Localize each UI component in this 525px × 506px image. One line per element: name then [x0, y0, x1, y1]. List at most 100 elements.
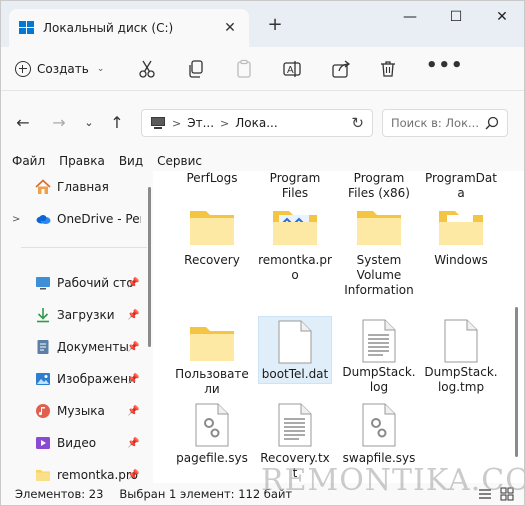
download-icon: [37, 308, 49, 323]
home-icon: [35, 179, 51, 194]
item-label: DumpStack.log.tmp: [424, 365, 498, 394]
delete-icon[interactable]: [378, 59, 398, 79]
file-icon: [278, 320, 312, 364]
nav-item-downloads[interactable]: Загрузки 📌: [1, 303, 151, 327]
share-icon[interactable]: [331, 59, 351, 79]
chevron-right-icon: >: [220, 116, 230, 130]
folder-perflogs[interactable]: PerfLogs: [175, 171, 249, 186]
pin-icon: 📌: [127, 309, 140, 321]
folder-icon: [36, 470, 50, 481]
nav-item-documents[interactable]: Документы 📌: [1, 335, 151, 359]
chevron-down-icon: ⌄: [96, 64, 105, 74]
nav-scrollbar[interactable]: [148, 187, 151, 347]
folder-system-volume-information[interactable]: System Volume Information: [342, 207, 416, 317]
content-scrollbar[interactable]: [515, 307, 518, 457]
forward-arrow-icon[interactable]: →: [49, 113, 69, 133]
nav-item-video[interactable]: Видео 📌: [1, 431, 151, 455]
file-dumpstack-log-tmp[interactable]: DumpStack.log.tmp: [424, 319, 498, 401]
minimize-button[interactable]: —: [395, 7, 425, 27]
details-view-icon[interactable]: [478, 487, 492, 501]
view-toggle-group: [478, 487, 514, 501]
folder-remontka[interactable]: remontka.pro: [258, 207, 332, 317]
tab-close-icon[interactable]: ✕: [221, 19, 239, 37]
close-button[interactable]: ✕: [487, 7, 517, 27]
menu-file[interactable]: Файл: [12, 154, 45, 168]
create-label: Создать: [37, 62, 89, 76]
back-arrow-icon[interactable]: ←: [13, 113, 33, 133]
recent-chevron-icon[interactable]: ⌄: [79, 113, 99, 133]
item-count: Элементов: 23: [15, 487, 104, 501]
item-label: pagefile.sys: [176, 451, 248, 465]
create-button[interactable]: Создать ⌄: [15, 57, 104, 81]
text-file-icon: [362, 319, 396, 363]
breadcrumb-local-disk[interactable]: Лока...: [235, 116, 277, 130]
item-label: Program Files: [269, 171, 321, 200]
folder-icon: [190, 327, 234, 361]
address-field[interactable]: > Эт... > Лока... ↻: [141, 109, 373, 137]
up-arrow-icon[interactable]: ↑: [107, 113, 127, 133]
pin-icon: 📌: [127, 437, 140, 449]
plus-icon: [15, 61, 31, 77]
search-icon[interactable]: [485, 116, 499, 130]
item-label: ProgramData: [425, 171, 497, 200]
file-dumpstack-log[interactable]: DumpStack.log: [342, 319, 416, 401]
item-label: PerfLogs: [186, 171, 238, 185]
pin-icon: 📌: [127, 277, 140, 289]
pin-icon: 📌: [127, 373, 140, 385]
file-list: PerfLogs Program Files Program Files (x8…: [153, 171, 524, 483]
search-placeholder: Поиск в: Лок...: [391, 116, 479, 130]
selection-info: Выбран 1 элемент: 112 байт: [119, 487, 293, 501]
item-label: System Volume Information: [344, 253, 414, 297]
file-icon: [444, 319, 478, 363]
pin-icon: 📌: [127, 341, 140, 353]
file-pagefile-sys[interactable]: pagefile.sys: [175, 403, 249, 483]
new-tab-button[interactable]: +: [265, 15, 285, 35]
svg-text:A: A: [287, 65, 294, 76]
address-bar-row: ← → ⌄ ↑ > Эт... > Лока... ↻ Поиск в: Лок…: [1, 91, 524, 149]
menu-tools[interactable]: Сервис: [157, 154, 202, 168]
folder-program-files[interactable]: Program Files: [258, 171, 332, 201]
folder-users[interactable]: Пользователи: [175, 319, 249, 401]
command-bar: Создать ⌄ A •••: [1, 47, 524, 91]
text-file-icon: [278, 403, 312, 447]
expand-chevron-icon[interactable]: >: [12, 214, 20, 225]
nav-item-desktop[interactable]: Рабочий сто 📌: [1, 271, 151, 295]
item-label: Recovery: [184, 253, 240, 267]
maximize-button[interactable]: ☐: [441, 7, 471, 27]
folder-windows[interactable]: Windows: [424, 207, 498, 317]
folder-program-files-x86[interactable]: Program Files (x86): [342, 171, 416, 201]
search-box[interactable]: Поиск в: Лок...: [382, 109, 508, 137]
nav-item-music[interactable]: Музыка 📌: [1, 399, 151, 423]
menu-edit[interactable]: Правка: [59, 154, 105, 168]
nav-label: Главная: [57, 180, 109, 194]
rename-icon[interactable]: A: [282, 59, 302, 79]
item-label: Windows: [434, 253, 488, 267]
folder-programdata[interactable]: ProgramData: [424, 171, 498, 201]
file-recovery-txt[interactable]: Recovery.txt: [258, 403, 332, 483]
file-boottel-dat[interactable]: bootTel.dat: [258, 316, 332, 384]
folder-recovery[interactable]: Recovery: [175, 207, 249, 317]
nav-item-onedrive[interactable]: > OneDrive - Perso: [1, 207, 151, 231]
menu-view[interactable]: Вид: [119, 154, 143, 168]
chevron-right-icon: >: [172, 116, 182, 130]
video-icon: [36, 437, 50, 449]
cut-icon[interactable]: [137, 59, 157, 79]
explorer-window: Локальный диск (C:) ✕ + — ☐ ✕ Создать ⌄: [0, 0, 525, 506]
paste-icon[interactable]: [234, 59, 254, 79]
tab-local-disk[interactable]: Локальный диск (C:) ✕: [9, 9, 249, 47]
folder-icon: [273, 211, 317, 245]
pictures-icon: [36, 373, 50, 385]
nav-item-remontka[interactable]: remontka.pro 📌: [1, 463, 151, 483]
tiles-view-icon[interactable]: [500, 487, 514, 501]
file-swapfile-sys[interactable]: swapfile.sys: [342, 403, 416, 483]
copy-icon[interactable]: [186, 59, 206, 79]
refresh-icon[interactable]: ↻: [351, 114, 364, 132]
nav-item-home[interactable]: Главная: [1, 175, 151, 199]
folder-icon: [357, 211, 401, 245]
more-options-button[interactable]: •••: [426, 55, 464, 76]
item-label: Пользователи: [175, 367, 249, 396]
nav-item-pictures[interactable]: Изображени 📌: [1, 367, 151, 391]
system-file-icon: [195, 403, 229, 447]
breadcrumb-this-pc[interactable]: Эт...: [187, 116, 214, 130]
nav-label: OneDrive - Perso: [57, 212, 141, 226]
